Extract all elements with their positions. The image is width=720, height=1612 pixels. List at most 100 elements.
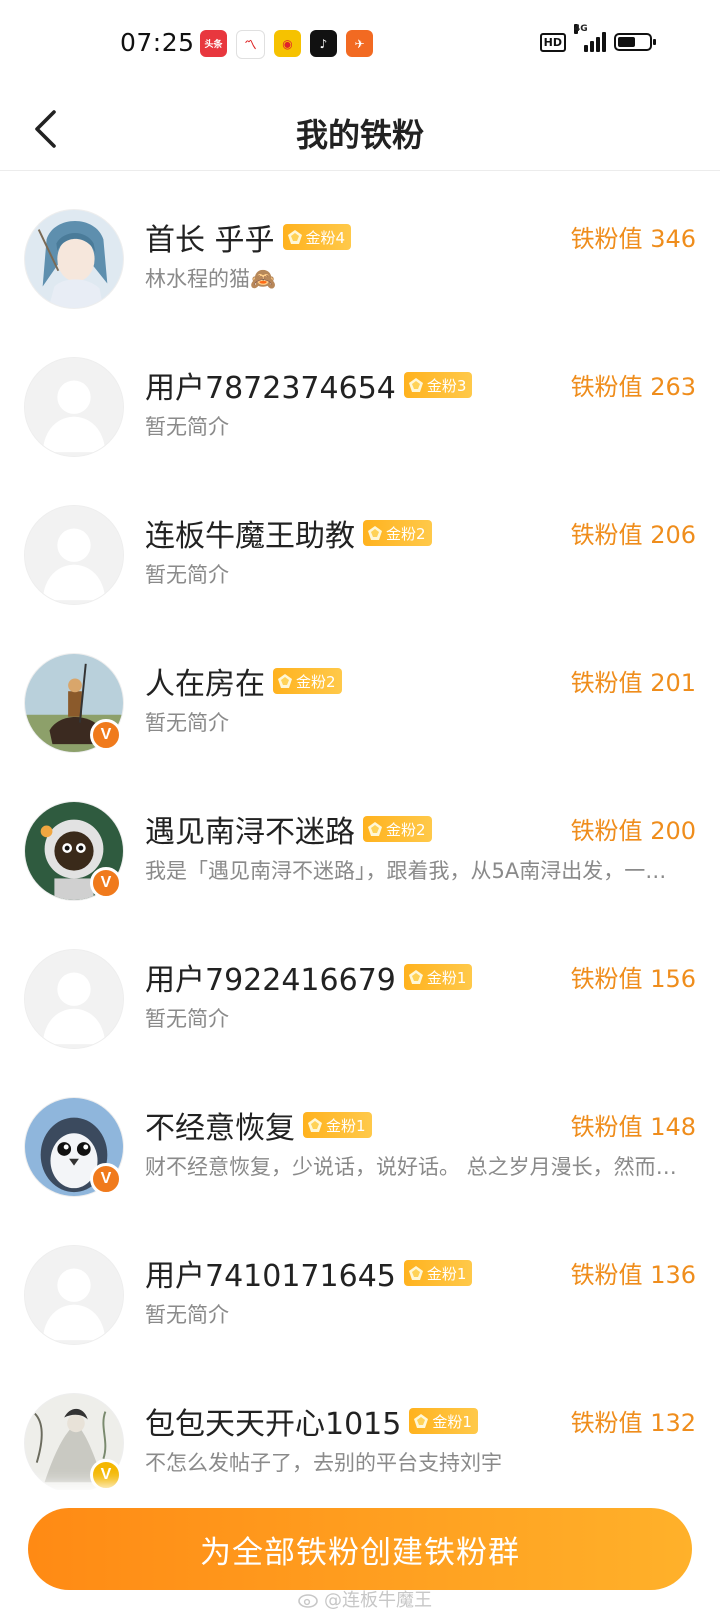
fan-name: 包包天天开心1015 (145, 1407, 402, 1442)
fan-level-badge: 金粉1 (403, 964, 473, 990)
fan-score: 铁粉值 132 (570, 1409, 696, 1437)
gem-icon (287, 230, 302, 244)
fan-level-badge: 金粉2 (273, 668, 342, 694)
system-icons: HD 4G (539, 24, 656, 52)
fan-level-badge: 金粉1 (403, 1260, 473, 1286)
verified-badge-icon: V (90, 1163, 122, 1195)
douyin-icon: ♪ (310, 30, 337, 57)
verified-badge-icon: V (90, 719, 122, 751)
toutiao-icon: 头条 (200, 30, 227, 57)
avatar[interactable] (24, 1245, 124, 1345)
fan-name: 不经意恢复 (145, 1111, 295, 1146)
fan-name: 连板牛魔王助教 (145, 519, 355, 554)
fan-bio: 林水程的猫🙈 (145, 267, 277, 291)
fan-bio: 不怎么发帖子了，去别的平台支持刘宇 (145, 1451, 502, 1475)
fan-bio: 暂无简介 (145, 1303, 229, 1327)
create-fan-group-button[interactable]: 为全部铁粉创建铁粉群 (28, 1508, 692, 1590)
fan-level-label: 金粉1 (426, 968, 467, 987)
status-time: 07:25 (120, 28, 195, 57)
fan-row[interactable]: 首长 乎乎 金粉4 林水程的猫🙈 铁粉值 346 (0, 171, 720, 319)
watermark: @连板牛魔王 (298, 1586, 432, 1612)
fan-level-label: 金粉1 (426, 1264, 467, 1283)
name-line: 首长 乎乎 金粉4 (145, 215, 352, 259)
fan-name: 用户7872374654 (145, 371, 396, 406)
fan-list: 首长 乎乎 金粉4 林水程的猫🙈 铁粉值 346 用户7872374654 金粉… (0, 171, 720, 1503)
weibo-icon: ◉ (274, 30, 301, 57)
page-title: 我的铁粉 (295, 116, 424, 154)
fan-row[interactable]: V 遇见南浔不迷路 金粉2 我是「遇见南浔不迷路」，跟着我，从5A南浔出发，一起… (0, 763, 720, 911)
avatar[interactable] (24, 505, 124, 605)
fan-score: 铁粉值 200 (570, 817, 696, 845)
gem-icon (408, 1266, 423, 1280)
name-line: 人在房在 金粉2 (145, 659, 342, 703)
fan-row[interactable]: 用户7872374654 金粉3 暂无简介 铁粉值 263 (0, 319, 720, 467)
name-line: 包包天天开心1015 金粉1 (145, 1399, 478, 1443)
network-type: 4G (574, 24, 588, 34)
watermark-text: @连板牛魔王 (324, 1590, 432, 1611)
bottom-bar: 为全部铁粉创建铁粉群 @连板牛魔王 (0, 1490, 720, 1612)
fan-level-label: 金粉4 (305, 228, 346, 247)
name-line: 用户7872374654 金粉3 (145, 363, 473, 407)
fan-level-badge: 金粉1 (409, 1408, 478, 1434)
notification-icons: 头条 〽 ◉ ♪ ✈ (200, 30, 373, 59)
app-icon: ✈ (346, 30, 373, 57)
fan-name: 人在房在 (145, 667, 265, 702)
fan-score: 铁粉值 263 (570, 373, 696, 401)
name-line: 不经意恢复 金粉1 (145, 1103, 372, 1147)
fan-bio: 我是「遇见南浔不迷路」，跟着我，从5A南浔出发，一起探索 (145, 859, 685, 883)
gem-icon (278, 674, 292, 688)
name-line: 用户7410171645 金粉1 (145, 1251, 473, 1295)
fan-level-badge: 金粉4 (282, 224, 352, 250)
fan-level-label: 金粉1 (326, 1116, 366, 1135)
nav-header: 我的铁粉 (0, 90, 720, 171)
avatar[interactable] (24, 357, 124, 457)
fan-score: 铁粉值 136 (570, 1261, 696, 1289)
fan-score: 铁粉值 201 (570, 669, 696, 697)
fan-score: 铁粉值 156 (570, 965, 696, 993)
name-line: 遇见南浔不迷路 金粉2 (145, 807, 432, 851)
fan-level-badge: 金粉2 (363, 816, 432, 842)
fan-row[interactable]: V 包包天天开心1015 金粉1 不怎么发帖子了，去别的平台支持刘宇 铁粉值 1… (0, 1355, 720, 1503)
battery-icon (614, 33, 656, 51)
verified-badge-icon: V (90, 867, 122, 899)
fan-level-badge: 金粉2 (363, 520, 432, 546)
fan-level-badge: 金粉3 (403, 372, 473, 398)
fan-row[interactable]: V 人在房在 金粉2 暂无简介 铁粉值 201 (0, 615, 720, 763)
fan-row[interactable]: V 不经意恢复 金粉1 财不经意恢复，少说话，说好话。 总之岁月漫长，然而值得等… (0, 1059, 720, 1207)
fan-bio: 财不经意恢复，少说话，说好话。 总之岁月漫长，然而值得等待 (145, 1155, 685, 1179)
fan-name: 用户7922416679 (145, 963, 396, 998)
gem-icon (368, 822, 382, 836)
fan-row[interactable]: 连板牛魔王助教 金粉2 暂无简介 铁粉值 206 (0, 467, 720, 615)
fan-bio: 暂无简介 (145, 563, 229, 587)
weibo-logo-icon (298, 1594, 318, 1608)
fan-level-badge: 金粉1 (303, 1112, 372, 1138)
name-line: 连板牛魔王助教 金粉2 (145, 511, 432, 555)
fan-level-label: 金粉2 (386, 524, 426, 543)
fan-level-label: 金粉2 (386, 820, 426, 839)
gem-icon (408, 378, 423, 392)
avatar[interactable] (24, 949, 124, 1049)
avatar[interactable] (24, 209, 124, 309)
fan-name: 首长 乎乎 (145, 223, 275, 258)
fan-bio: 暂无简介 (145, 1007, 229, 1031)
hd-icon: HD (539, 32, 566, 52)
fan-bio: 暂无简介 (145, 711, 229, 735)
stock-app-icon: 〽 (236, 30, 265, 59)
fan-row[interactable]: 用户7922416679 金粉1 暂无简介 铁粉值 156 (0, 911, 720, 1059)
fan-score: 铁粉值 346 (570, 225, 696, 253)
gem-icon (368, 526, 382, 540)
signal-icon: 4G (574, 24, 606, 52)
fan-name: 用户7410171645 (145, 1259, 396, 1294)
fan-name: 遇见南浔不迷路 (145, 815, 355, 850)
fan-level-label: 金粉3 (426, 376, 467, 395)
fan-row[interactable]: 用户7410171645 金粉1 暂无简介 铁粉值 136 (0, 1207, 720, 1355)
fan-score: 铁粉值 148 (570, 1113, 696, 1141)
fan-score: 铁粉值 206 (570, 521, 696, 549)
fan-level-label: 金粉1 (432, 1412, 472, 1431)
verified-badge-icon: V (90, 1459, 122, 1491)
name-line: 用户7922416679 金粉1 (145, 955, 473, 999)
fan-level-label: 金粉2 (296, 672, 336, 691)
fan-bio: 暂无简介 (145, 415, 229, 439)
gem-icon (408, 970, 423, 984)
status-bar: 07:25 头条 〽 ◉ ♪ ✈ HD 4G (0, 0, 720, 90)
